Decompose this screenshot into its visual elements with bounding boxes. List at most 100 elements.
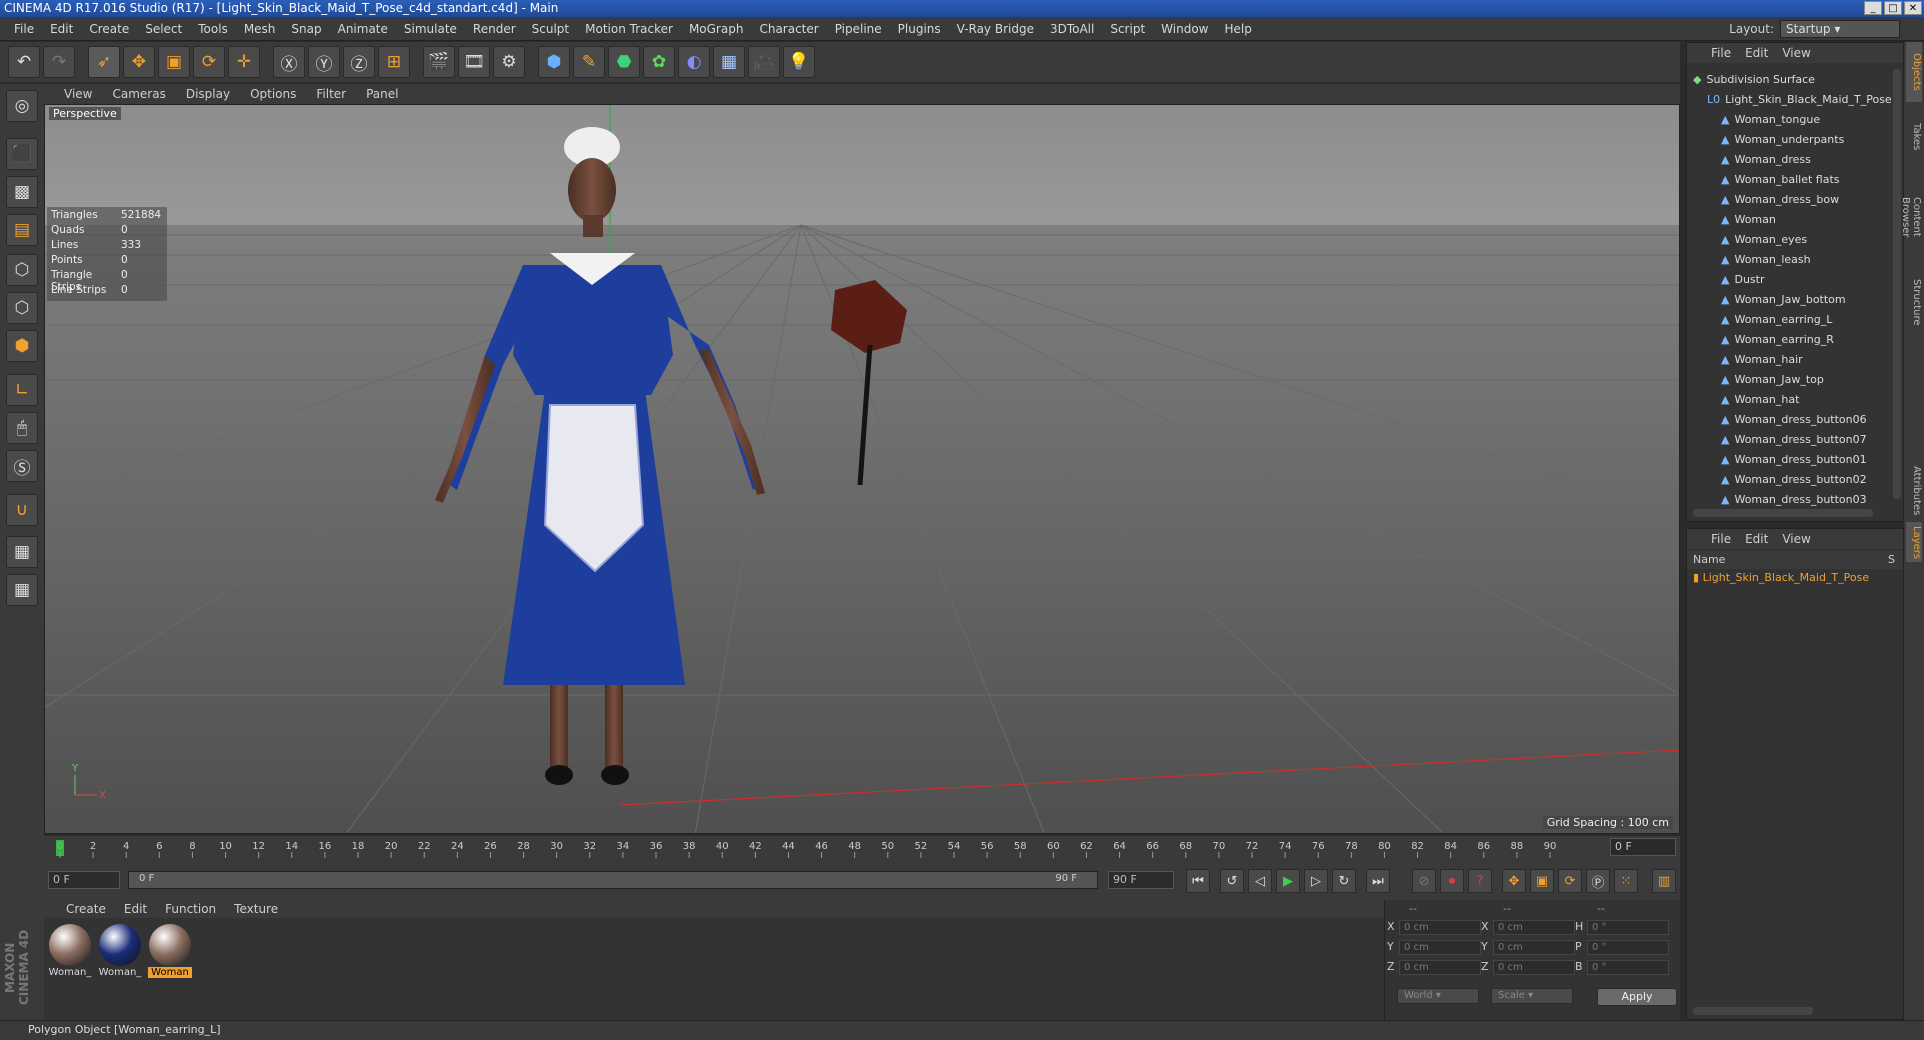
key-scale-icon[interactable]: ▣ (1530, 869, 1554, 893)
axis-mode-icon[interactable]: ∟ (6, 374, 38, 406)
timeline-ruler[interactable]: 0246810121416182022242628303234363840424… (44, 836, 1680, 860)
record-keys-icon[interactable]: ⊘ (1412, 869, 1436, 893)
next-key-icon[interactable]: ↻ (1332, 869, 1356, 893)
floor-scene-icon[interactable]: ▦ (713, 46, 745, 78)
coord-value-field[interactable]: 0 cm (1493, 920, 1575, 935)
menu-select[interactable]: Select (137, 22, 190, 36)
menu-file[interactable]: File (6, 22, 42, 36)
edges-mode-icon[interactable]: ⬡ (6, 292, 38, 324)
object-tree-item[interactable]: ▲ Woman_eyes (1687, 229, 1887, 249)
deformer-icon[interactable]: ◐ (678, 46, 710, 78)
camera-icon[interactable]: 🎥 (748, 46, 780, 78)
size-mode-dropdown[interactable]: Scale ▾ (1491, 988, 1573, 1004)
workplane-mode-icon[interactable]: ▤ (6, 214, 38, 246)
model-mode-icon[interactable]: ⬛ (6, 138, 38, 170)
x-axis-lock-icon[interactable]: Ⓧ (273, 46, 305, 78)
next-frame-icon[interactable]: ▷ (1304, 869, 1328, 893)
live-selection-icon[interactable]: ➶ (88, 46, 120, 78)
menu-render[interactable]: Render (465, 22, 524, 36)
previous-frame-icon[interactable]: ◁ (1248, 869, 1272, 893)
coord-value-field[interactable]: 0 ° (1587, 920, 1669, 935)
render-picture-viewer-icon[interactable]: 🎞 (458, 46, 490, 78)
current-frame-field[interactable]: 0 F (1610, 838, 1676, 856)
object-tree-scrollbar[interactable] (1893, 69, 1901, 499)
scale-tool-icon[interactable]: ▣ (158, 46, 190, 78)
close-button[interactable]: ✕ (1904, 1, 1922, 15)
viewport-menu-display[interactable]: Display (186, 87, 230, 101)
material-swatch[interactable]: Woman (148, 924, 192, 982)
frame-range-slider[interactable]: 0 F 90 F (128, 871, 1098, 889)
menu-window[interactable]: Window (1153, 22, 1216, 36)
object-menu-view[interactable]: View (1782, 46, 1810, 60)
object-tree-item[interactable]: ▲ Woman_leash (1687, 249, 1887, 269)
z-axis-lock-icon[interactable]: Ⓩ (343, 46, 375, 78)
viewport-menu-view[interactable]: View (64, 87, 92, 101)
snap-icon[interactable]: Ⓢ (6, 450, 38, 482)
key-rotation-icon[interactable]: ⟳ (1558, 869, 1582, 893)
go-to-start-icon[interactable]: ⏮ (1186, 869, 1210, 893)
perspective-viewport[interactable]: Y X Perspective Triangles 521884 Quads 0 Lin… (44, 104, 1680, 834)
menu-character[interactable]: Character (751, 22, 826, 36)
autokey-icon[interactable]: ⏺ (1440, 869, 1464, 893)
side-tab-content-browser[interactable]: Content Browser (1900, 172, 1922, 262)
points-mode-icon[interactable]: ⬡ (6, 254, 38, 286)
y-axis-lock-icon[interactable]: Ⓨ (308, 46, 340, 78)
menu-edit[interactable]: Edit (42, 22, 81, 36)
viewport-menu-panel[interactable]: Panel (366, 87, 398, 101)
lock-workplane-icon[interactable]: ▦ (6, 536, 38, 568)
move-tool-icon[interactable]: ✥ (123, 46, 155, 78)
object-menu-edit[interactable]: Edit (1745, 46, 1768, 60)
object-tree-hscrollbar[interactable] (1693, 509, 1873, 517)
layer-hscrollbar[interactable] (1693, 1007, 1813, 1015)
menu-snap[interactable]: Snap (283, 22, 329, 36)
material-swatch[interactable]: Woman_ (48, 924, 92, 982)
object-tree-item[interactable]: ▲ Woman_Jaw_top (1687, 369, 1887, 389)
object-tree-item[interactable]: ▲ Woman_dress_button03 (1687, 489, 1887, 509)
layout-dropdown[interactable]: Startup ▾ (1780, 20, 1900, 38)
menu-mograph[interactable]: MoGraph (681, 22, 752, 36)
minimize-button[interactable]: _ (1864, 1, 1882, 15)
side-tab-structure[interactable]: Structure (1906, 272, 1922, 332)
menu-create[interactable]: Create (81, 22, 137, 36)
coord-value-field[interactable]: 0 cm (1399, 940, 1481, 955)
tweak-mode-icon[interactable]: 🖱 (6, 412, 38, 444)
coord-value-field[interactable]: 0 ° (1587, 960, 1669, 975)
render-settings-icon[interactable]: ⚙ (493, 46, 525, 78)
object-tree-item[interactable]: ▲ Woman_earring_R (1687, 329, 1887, 349)
viewport-menu-options[interactable]: Options (250, 87, 296, 101)
layer-menu-view[interactable]: View (1782, 532, 1810, 546)
polygons-mode-icon[interactable]: ⬢ (6, 330, 38, 362)
end-frame-field[interactable]: 90 F (1108, 871, 1174, 889)
side-tab-attributes[interactable]: Attributes (1906, 462, 1922, 515)
coord-value-field[interactable]: 0 cm (1493, 940, 1575, 955)
coord-value-field[interactable]: 0 ° (1587, 940, 1669, 955)
object-tree-item[interactable]: ▲ Woman (1687, 209, 1887, 229)
magnet-icon[interactable]: ∪ (6, 494, 38, 526)
previous-key-icon[interactable]: ↺ (1220, 869, 1244, 893)
coordinate-system-icon[interactable]: ⊞ (378, 46, 410, 78)
menu-pipeline[interactable]: Pipeline (827, 22, 890, 36)
object-menu-file[interactable]: File (1711, 46, 1731, 60)
maximize-button[interactable]: □ (1884, 1, 1902, 15)
material-menu-function[interactable]: Function (165, 902, 216, 916)
texture-mode-icon[interactable]: ▩ (6, 176, 38, 208)
timeline-playhead[interactable] (56, 840, 64, 856)
subdivision-generator-icon[interactable]: ⬣ (608, 46, 640, 78)
key-pla-icon[interactable]: ⁙ (1614, 869, 1638, 893)
key-position-icon[interactable]: ✥ (1502, 869, 1526, 893)
object-tree-item[interactable]: ▲ Woman_underpants (1687, 129, 1887, 149)
play-icon[interactable]: ▶ (1276, 869, 1300, 893)
menu-sculpt[interactable]: Sculpt (524, 22, 577, 36)
keyframe-selection-icon[interactable]: ? (1468, 869, 1492, 893)
mograph-cloner-icon[interactable]: ✿ (643, 46, 675, 78)
timeline-window-icon[interactable]: ▥ (1652, 869, 1676, 893)
object-tree-item[interactable]: ▲ Woman_Jaw_bottom (1687, 289, 1887, 309)
object-tree-item[interactable]: ▲ Woman_tongue (1687, 109, 1887, 129)
material-swatch[interactable]: Woman_ (98, 924, 142, 982)
side-tab-objects[interactable]: Objects (1906, 42, 1922, 102)
side-tab-takes[interactable]: Takes (1906, 112, 1922, 162)
material-menu-texture[interactable]: Texture (234, 902, 278, 916)
coord-value-field[interactable]: 0 cm (1399, 920, 1481, 935)
coordinate-space-dropdown[interactable]: World ▾ (1397, 988, 1479, 1004)
timeline-ticks[interactable]: 0246810121416182022242628303234363840424… (54, 838, 1604, 858)
